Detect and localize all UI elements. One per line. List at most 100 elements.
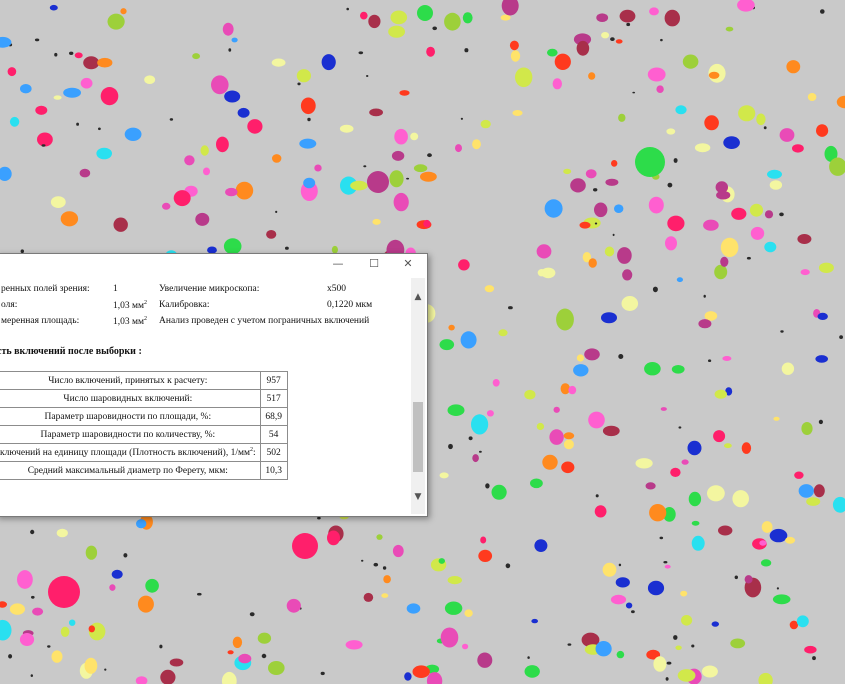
inclusion-particle bbox=[392, 544, 404, 558]
inclusion-particle bbox=[471, 414, 489, 435]
inclusion-particle bbox=[804, 645, 817, 654]
inclusion-particle bbox=[447, 404, 465, 417]
inclusion-particle bbox=[615, 577, 630, 588]
inclusion-particle bbox=[579, 221, 591, 229]
inclusion-particle bbox=[345, 640, 363, 650]
inclusion-particle bbox=[286, 598, 301, 613]
inclusion-particle bbox=[776, 587, 780, 590]
inclusion-particle bbox=[257, 632, 272, 644]
inclusion-particle bbox=[524, 389, 536, 400]
inclusion-particle bbox=[389, 170, 404, 188]
inclusion-particle bbox=[807, 93, 817, 101]
inclusion-particle bbox=[120, 8, 127, 15]
inclusion-particle bbox=[626, 22, 631, 27]
inclusion-particle bbox=[297, 82, 301, 86]
inclusion-particle bbox=[394, 128, 408, 145]
inclusion-particle bbox=[675, 105, 687, 115]
inclusion-particle bbox=[675, 645, 682, 651]
inclusion-particle bbox=[764, 210, 774, 219]
table-row: ключений на единицу площади (Плотность в… bbox=[0, 443, 288, 462]
inclusion-particle bbox=[536, 244, 552, 259]
inclusion-particle bbox=[32, 607, 44, 616]
inclusion-particle bbox=[687, 440, 702, 456]
inclusion-particle bbox=[549, 429, 564, 445]
inclusion-particle bbox=[137, 595, 154, 613]
inclusion-particle bbox=[647, 67, 666, 82]
inclusion-particle bbox=[652, 286, 658, 293]
maximize-icon[interactable]: ☐ bbox=[359, 254, 389, 274]
inclusion-particle bbox=[644, 362, 661, 376]
inclusion-particle bbox=[761, 521, 773, 533]
vertical-scrollbar[interactable]: ▲ ▼ bbox=[411, 278, 425, 514]
scroll-up-icon[interactable]: ▲ bbox=[411, 290, 425, 304]
result-value: 10,3 bbox=[259, 461, 288, 480]
inclusion-particle bbox=[815, 355, 828, 363]
inclusion-particle bbox=[741, 442, 752, 454]
inclusion-particle bbox=[299, 138, 317, 149]
inclusion-particle bbox=[759, 540, 767, 546]
inclusion-particle bbox=[20, 84, 32, 94]
info-row-measured: меренная площадь: 1,03 мм2 Анализ провед… bbox=[0, 316, 405, 332]
inclusion-particle bbox=[614, 204, 624, 213]
inclusion-particle bbox=[552, 78, 562, 90]
info-grid: ренных полей зрения: 1 Увеличение микрос… bbox=[0, 284, 405, 332]
inclusion-particle bbox=[648, 196, 664, 214]
scroll-down-icon[interactable]: ▼ bbox=[411, 490, 425, 504]
inclusion-particle bbox=[584, 348, 600, 361]
inclusion-particle bbox=[228, 48, 232, 52]
inclusion-particle bbox=[773, 416, 780, 421]
inclusion-particle bbox=[266, 230, 277, 239]
scroll-thumb[interactable] bbox=[413, 402, 423, 472]
inclusion-particle bbox=[19, 633, 35, 646]
close-icon[interactable]: ✕ bbox=[393, 254, 423, 274]
inclusion-particle bbox=[444, 601, 463, 615]
inclusion-particle bbox=[691, 535, 705, 551]
inclusion-particle bbox=[818, 419, 824, 425]
inclusion-particle bbox=[427, 153, 432, 158]
inclusion-particle bbox=[763, 126, 767, 130]
inclusion-particle bbox=[373, 562, 379, 567]
inclusion-particle bbox=[17, 570, 33, 589]
inclusion-particle bbox=[136, 519, 147, 529]
inclusion-particle bbox=[447, 576, 462, 585]
results-window[interactable]: — ☐ ✕ ренных полей зрения: 1 Увеличение … bbox=[0, 253, 428, 517]
inclusion-particle bbox=[567, 643, 572, 646]
inclusion-particle bbox=[60, 211, 79, 227]
inclusion-particle bbox=[109, 584, 116, 591]
inclusion-particle bbox=[701, 665, 718, 678]
inclusion-particle bbox=[813, 484, 825, 498]
inclusion-particle bbox=[573, 364, 589, 377]
inclusion-particle bbox=[69, 619, 76, 626]
inclusion-particle bbox=[367, 171, 389, 193]
inclusion-particle bbox=[227, 650, 234, 655]
inclusion-particle bbox=[479, 450, 482, 453]
inclusion-particle bbox=[468, 436, 473, 441]
minimize-icon[interactable]: — bbox=[323, 254, 353, 274]
inclusion-particle bbox=[680, 590, 688, 597]
inclusion-particle bbox=[478, 549, 493, 563]
inclusion-particle bbox=[780, 330, 784, 333]
inclusion-particle bbox=[798, 484, 814, 498]
inclusion-particle bbox=[718, 525, 733, 536]
inclusion-particle bbox=[537, 269, 546, 277]
inclusion-particle bbox=[601, 312, 617, 324]
inclusion-particle bbox=[486, 410, 494, 417]
window-titlebar[interactable]: — ☐ ✕ bbox=[0, 254, 427, 274]
inclusion-particle bbox=[714, 389, 727, 399]
inclusion-particle bbox=[547, 48, 558, 57]
inclusion-particle bbox=[192, 53, 201, 60]
inclusion-particle bbox=[797, 234, 812, 244]
inclusion-particle bbox=[635, 458, 653, 469]
inclusion-particle bbox=[673, 158, 678, 163]
inclusion-particle bbox=[595, 494, 599, 498]
inclusion-particle bbox=[382, 566, 387, 570]
inclusion-particle bbox=[660, 38, 663, 42]
inclusion-particle bbox=[688, 491, 702, 507]
inclusion-particle bbox=[47, 645, 51, 648]
inclusion-particle bbox=[707, 485, 725, 502]
inclusion-particle bbox=[772, 594, 791, 605]
inclusion-particle bbox=[498, 329, 508, 337]
inclusion-particle bbox=[715, 181, 728, 194]
inclusion-particle bbox=[369, 108, 383, 117]
inclusion-particle bbox=[730, 638, 746, 649]
